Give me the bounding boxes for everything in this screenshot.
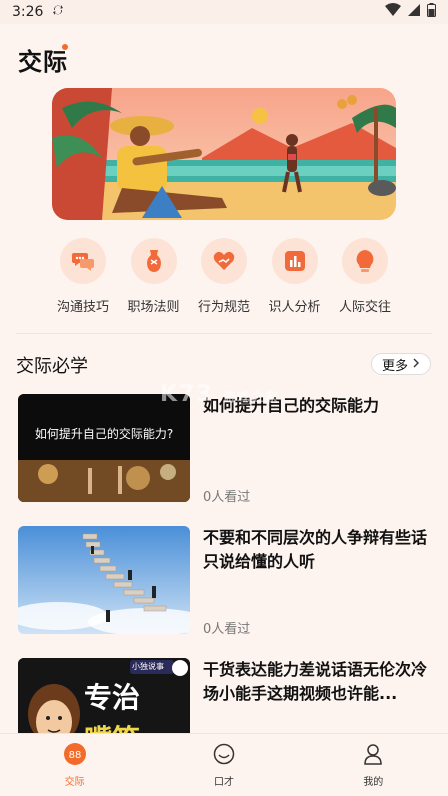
status-time: 3:26	[12, 4, 44, 20]
tab-mine[interactable]: 我的	[328, 743, 418, 788]
thumbnail-image: 如何提升自己的交际能力?	[18, 394, 190, 502]
category-analysis[interactable]: 识人分析	[260, 238, 330, 315]
category-label: 行为规范	[197, 300, 250, 315]
list-item[interactable]: 不要和不同层次的人争辩有些话只说给懂的人听 0人看过	[18, 526, 432, 637]
watermark-subtext: 游戏之家	[223, 390, 280, 404]
tab-social[interactable]: 88 交际	[30, 742, 120, 788]
more-label: 更多	[381, 358, 408, 374]
watermark-logo: K73 游戏之家	[160, 382, 279, 407]
wifi-icon	[385, 3, 401, 21]
category-label: 识人分析	[268, 300, 321, 315]
tab-label: 交际	[64, 776, 85, 788]
sync-icon	[51, 3, 65, 21]
item-views: 0人看过	[203, 490, 251, 505]
bottom-tab-bar: 88 交际 口才 我的	[0, 733, 448, 796]
category-relations[interactable]: 人际交往	[330, 238, 400, 315]
thumbnail-badge: 小独说事	[132, 662, 164, 671]
thumbnail-image	[18, 526, 190, 634]
bulb-icon	[342, 238, 388, 284]
tab-eloquence[interactable]: 口才	[179, 743, 269, 788]
category-label: 沟通技巧	[56, 300, 109, 315]
banner-image[interactable]	[52, 88, 396, 220]
tab-label: 口才	[213, 776, 234, 788]
category-label: 职场法则	[127, 300, 180, 315]
smile-icon	[213, 743, 235, 769]
section-title: 交际必学	[16, 356, 88, 377]
svg-text:88: 88	[68, 750, 81, 761]
page-title: 交际	[18, 48, 68, 76]
home-badge-icon: 88	[63, 742, 86, 769]
chat-icon	[60, 238, 106, 284]
status-bar: 3:26	[0, 0, 448, 24]
item-title: 干货表达能力差说话语无伦次冷场小能手这期视频也许能...	[203, 660, 428, 703]
category-row: 沟通技巧 职场法则 行为规范 识人分析 人际交往	[48, 238, 400, 315]
item-views: 0人看过	[203, 622, 251, 637]
category-label: 人际交往	[338, 300, 391, 315]
chart-icon	[271, 238, 318, 284]
thumbnail-caption: 如何提升自己的交际能力?	[34, 427, 174, 441]
profile-icon	[362, 743, 384, 769]
watermark-text: K73	[160, 382, 214, 407]
vase-icon	[130, 238, 177, 284]
divider	[16, 333, 432, 334]
item-title: 不要和不同层次的人争辩有些话只说给懂的人听	[203, 528, 428, 571]
category-communication[interactable]: 沟通技巧	[48, 238, 118, 315]
chevron-right-icon	[412, 357, 420, 372]
list-item[interactable]: 如何提升自己的交际能力? 如何提升自己的交际能力 0人看过	[18, 394, 432, 505]
signal-icon	[407, 3, 421, 21]
tab-label: 我的	[363, 776, 384, 788]
thumbnail-caption: 专治	[84, 681, 141, 714]
heart-hand-icon	[201, 238, 247, 284]
category-behavior[interactable]: 行为规范	[189, 238, 259, 315]
battery-icon	[427, 3, 436, 21]
title-accent-dot	[62, 44, 68, 50]
category-workplace[interactable]: 职场法则	[119, 238, 189, 315]
more-button[interactable]: 更多	[371, 353, 431, 375]
